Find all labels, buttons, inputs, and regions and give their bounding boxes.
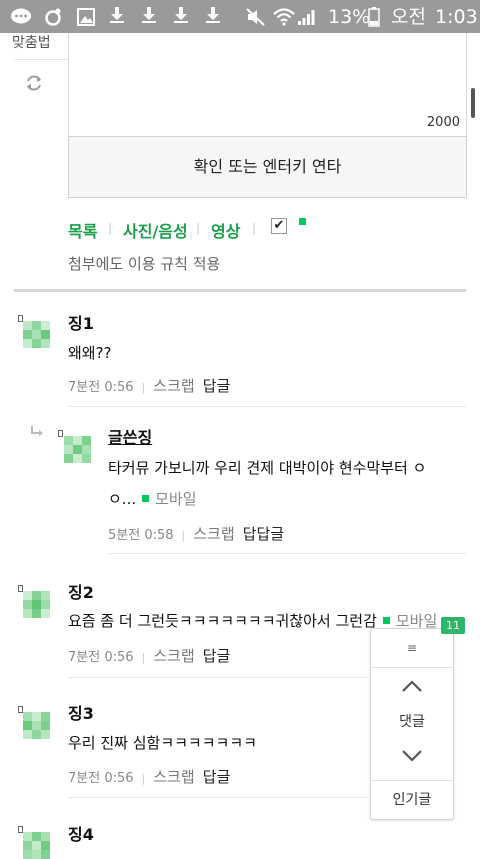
comment-time: 7분전 0:56 (68, 771, 134, 786)
comment-nav-label: 댓글 (399, 714, 425, 730)
reply-button[interactable]: 답글 (203, 768, 231, 786)
comment-body: 타커뮤 가보니까 우리 견제 대박이야 현수막부터 ㅇ (108, 459, 427, 477)
scrap-button[interactable]: 스크랩 (153, 647, 194, 665)
chevron-down-icon[interactable] (371, 747, 453, 768)
attach-photo-link[interactable]: 사진/음성 (123, 218, 188, 242)
chevron-up-icon[interactable] (371, 677, 453, 698)
comment-body-line2: ㅇ... 모바일 (108, 488, 197, 509)
download-icon (171, 6, 191, 28)
divider (14, 59, 68, 60)
comment-float-nav: ≡ 댓글 인기글 (370, 628, 454, 820)
reply-button[interactable]: 답글 (203, 377, 231, 395)
comment-meta: 7분전 0:56 | 스크랩 답글 (68, 375, 230, 396)
comment-author[interactable]: 징4 (68, 821, 94, 845)
image-icon (77, 8, 95, 30)
comment-time: 7분전 0:56 (68, 380, 134, 395)
submit-button[interactable]: 확인 또는 엔터키 연타 (68, 136, 467, 198)
comment-time: 5분전 0:58 (108, 528, 174, 543)
avatar (23, 321, 50, 348)
refresh-icon[interactable] (24, 73, 46, 95)
separator: | (141, 772, 146, 785)
attach-notice: 첨부에도 이용 규칙 적용 (68, 255, 221, 273)
attach-list-link[interactable]: 목록 (68, 218, 97, 242)
green-square-icon (299, 218, 306, 225)
download-icon (107, 6, 127, 28)
comment-author[interactable]: 징1 (68, 310, 94, 334)
comment-meta: 7분전 0:56 | 스크랩 답글 (68, 645, 230, 666)
scrap-button[interactable]: 스크랩 (153, 377, 194, 395)
record-icon (44, 8, 62, 30)
battery-icon (368, 7, 380, 31)
attach-video-link[interactable]: 영상 (211, 218, 240, 242)
scrap-button[interactable]: 스크랩 (153, 768, 194, 786)
status-bar: 13% 오전 1:03 (0, 0, 480, 33)
download-icon (139, 6, 159, 28)
divider (108, 553, 466, 554)
attach-checkbox[interactable]: ✔ (271, 218, 287, 234)
avatar (64, 436, 91, 463)
reply-button[interactable]: 답글 (203, 647, 231, 665)
mobile-icon (142, 495, 150, 502)
avatar (23, 712, 50, 739)
comment-author[interactable]: 징2 (68, 579, 94, 603)
download-icon (203, 6, 223, 28)
comment-body: 왜왜?? (68, 344, 112, 362)
separator: | (108, 221, 113, 235)
clock: 1:03 (435, 6, 478, 28)
char-limit: 2000 (426, 115, 460, 130)
separator: | (181, 529, 186, 542)
wifi-icon (273, 8, 295, 30)
editor-tools: 맞춤법 (0, 33, 68, 193)
mute-icon (246, 8, 266, 30)
reply-arrow-icon (30, 425, 44, 439)
comment-body-text: ㅇ... (108, 490, 137, 508)
scrap-button[interactable]: 스크랩 (193, 525, 234, 543)
time-period: 오전 (391, 6, 426, 28)
comment-meta: 5분전 0:58 | 스크랩 답답글 (108, 523, 284, 544)
signal-icon (297, 8, 315, 30)
separator: | (196, 221, 201, 235)
avatar-badge (58, 430, 63, 437)
menu-icon[interactable]: ≡ (371, 629, 453, 667)
comment-time: 7분전 0:56 (68, 650, 134, 665)
avatar (23, 591, 50, 618)
battery-percent: 13% (328, 6, 371, 28)
comment-author[interactable]: 글쓴징 (108, 424, 152, 448)
divider (371, 667, 453, 668)
chat-icon (10, 8, 32, 30)
separator: | (141, 651, 146, 664)
avatar (23, 832, 50, 859)
comment-body: 요즘 좀 더 그런듯ㅋㅋㅋㅋㅋㅋㅋ귀찮아서 그런감 (68, 612, 377, 630)
comment-body: 우리 진짜 심함ㅋㅋㅋㅋㅋㅋㅋ (68, 734, 257, 752)
divider (68, 406, 466, 407)
divider (371, 780, 453, 781)
comment-count-badge: 11 (441, 617, 465, 634)
divider (68, 677, 368, 678)
popular-button[interactable]: 인기글 (371, 789, 453, 809)
section-divider (14, 289, 466, 292)
divider (68, 797, 368, 798)
scrollbar[interactable] (471, 88, 475, 118)
comment-textarea[interactable]: 2000 (68, 33, 467, 137)
reply-button[interactable]: 답답글 (243, 525, 284, 543)
separator: | (141, 381, 146, 394)
comment-author[interactable]: 징3 (68, 700, 94, 724)
comment-meta: 7분전 0:56 | 스크랩 답글 (68, 766, 230, 787)
separator: | (252, 221, 257, 235)
mobile-label: 모바일 (155, 490, 197, 508)
mobile-icon (382, 617, 390, 624)
spell-check-button[interactable]: 맞춤법 (12, 32, 51, 52)
